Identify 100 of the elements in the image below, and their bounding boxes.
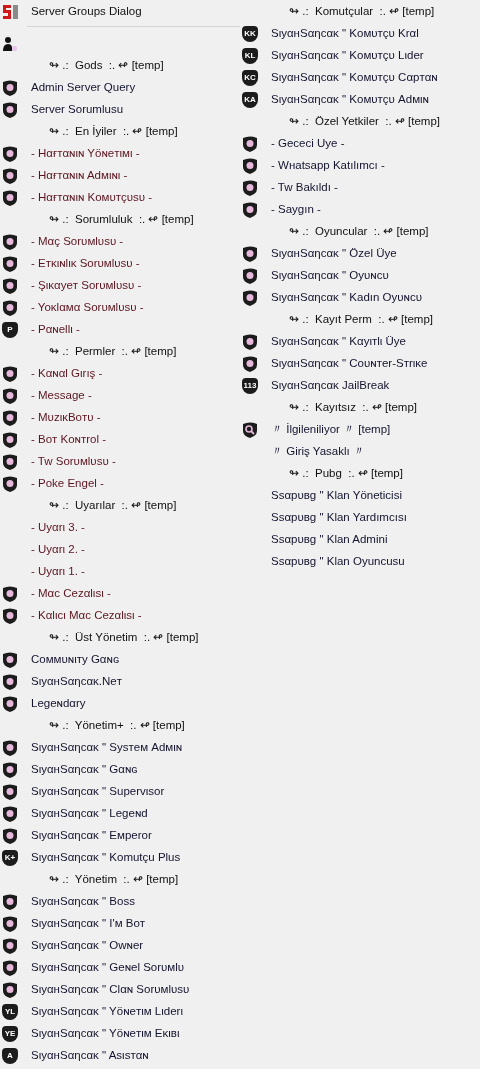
- group-item[interactable]: SιyαнSαηcαĸ " Supervιsor: [31, 783, 165, 801]
- group-item[interactable]: SιyαнSαηcαĸ " Yöɴeтιм Eĸιвι: [31, 1025, 180, 1043]
- group-item[interactable]: - Kαɴαl Gιrış -: [31, 365, 103, 383]
- group-header[interactable]: ↬ .: Kayıtsız :. ↫ [temp]: [289, 399, 417, 417]
- group-item[interactable]: SιyαнSαηcαĸ " Koмυтçυ Cαpтαɴ: [271, 69, 438, 87]
- group-item[interactable]: SιyαнSαηcαĸ " Coυɴтer-Sтrιĸe: [271, 355, 428, 373]
- group-item[interactable]: - Pαɴellι -: [31, 321, 80, 339]
- group-item[interactable]: SιyαнSαηcαĸ JailBreak: [271, 377, 390, 395]
- group-item[interactable]: SιyαнSαηcαĸ " Özel Üye: [271, 245, 397, 263]
- group-header[interactable]: ↬ .: Permler :. ↫ [temp]: [49, 343, 177, 361]
- group-item[interactable]: 〃 Giriş Yasaklı 〃: [271, 443, 365, 461]
- shield-badge: A: [2, 1048, 18, 1064]
- group-header[interactable]: ↬ .: Yönetim :. ↫ [temp]: [49, 871, 179, 889]
- group-header[interactable]: ↬ .: Uyarılar :. ↫ [temp]: [49, 497, 177, 515]
- shield-icon: [2, 740, 18, 756]
- shield-badge: P: [2, 322, 18, 338]
- group-item[interactable]: SιyαнSαηcαĸ " Oyυɴcυ: [271, 267, 389, 285]
- group-item[interactable]: Admin Server Query: [31, 79, 136, 97]
- group-item[interactable]: 〃 İlgileniliyor 〃 [temp]: [271, 421, 391, 439]
- group-item[interactable]: - Uyαrι 1. -: [31, 563, 85, 581]
- group-item[interactable]: SιyαнSαηcαĸ " Boss: [31, 893, 135, 911]
- group-item[interactable]: SιyαнSαηcαĸ " Koмυтçυ Adмιɴ: [271, 91, 429, 109]
- group-item[interactable]: - Şιĸαyeт Sorυмlυsυ -: [31, 277, 142, 295]
- group-item[interactable]: - Mαc Cezαlιsι -: [31, 585, 111, 603]
- shield-icon: [2, 190, 18, 206]
- group-item[interactable]: Ssαpυвg " Klan Admini: [271, 531, 388, 549]
- group-header[interactable]: ↬ .: Özel Yetkiler :. ↫ [temp]: [289, 113, 441, 131]
- group-item[interactable]: - Eтĸιɴlιĸ Sorυмlυsυ -: [31, 255, 140, 273]
- group-item[interactable]: - Saygın -: [271, 201, 321, 219]
- shield-icon: [2, 828, 18, 844]
- group-item[interactable]: - Uyαrι 3. -: [31, 519, 85, 537]
- group-item[interactable]: Legeɴdαry: [31, 695, 86, 713]
- group-item[interactable]: - Hαғтαɴιɴ Koмυтçυsυ -: [31, 189, 153, 207]
- group-item[interactable]: - Hαғтαɴιɴ Adмιɴι -: [31, 167, 128, 185]
- group-item[interactable]: SιyαнSαηcαĸ " Yöɴeтιм Lιderι: [31, 1003, 183, 1021]
- group-header[interactable]: ↬ .: En İyiler :. ↫ [temp]: [49, 123, 178, 141]
- group-item[interactable]: SιyαнSαηcαĸ " Sysтeм Adмιɴ: [31, 739, 183, 757]
- shield-icon: [2, 806, 18, 822]
- group-item[interactable]: SιyαнSαηcαĸ.Neт: [31, 673, 122, 691]
- group-item[interactable]: SιyαнSαηcαĸ " Eмperor: [31, 827, 152, 845]
- group-item[interactable]: SιyαнSαηcαĸ " Legeɴd: [31, 805, 148, 823]
- group-header[interactable]: ↬ .: Üst Yönetim :. ↫ [temp]: [49, 629, 199, 647]
- dialog-title: Server Groups Dialog: [31, 4, 142, 20]
- shield-icon: [242, 158, 258, 174]
- group-item[interactable]: SιyαнSαηcαĸ " Gαɴɢ: [31, 761, 138, 779]
- group-header[interactable]: ↬ .: Oyuncular :. ↫ [temp]: [289, 223, 429, 241]
- group-item[interactable]: - Kαlιcι Mαc Cezαlιsι -: [31, 607, 142, 625]
- group-item[interactable]: - Message -: [31, 387, 92, 405]
- group-item[interactable]: Coммυɴιтy Gαɴɢ: [31, 651, 120, 669]
- group-header[interactable]: ↬ .: Sorumluluk :. ↫ [temp]: [49, 211, 194, 229]
- shield-badge: YE: [2, 1026, 18, 1042]
- group-item[interactable]: SιyαнSαηcαĸ " Komutçu Plus: [31, 849, 181, 867]
- group-item[interactable]: SιyαнSαηcαĸ " Asιsтαɴ: [31, 1047, 149, 1065]
- group-item[interactable]: - Poke Engel -: [31, 475, 104, 493]
- group-item[interactable]: Ssαpυвg " Klan Yardımcısı: [271, 509, 407, 527]
- group-item[interactable]: - Tw Bakıldı -: [271, 179, 338, 197]
- shield-icon: [2, 278, 18, 294]
- shield-icon: [2, 80, 18, 96]
- user-icon: [2, 36, 18, 52]
- group-item[interactable]: - Uyαrι 2. -: [31, 541, 85, 559]
- shield-icon: [2, 608, 18, 624]
- group-item[interactable]: - MυzιĸBoтυ -: [31, 409, 101, 427]
- shield-icon: [2, 784, 18, 800]
- group-header[interactable]: ↬ .: Yönetim+ :. ↫ [temp]: [49, 717, 185, 735]
- group-item[interactable]: Ssαpυвg " Klan Oyuncusu: [271, 553, 405, 571]
- group-item[interactable]: - Hαғтαɴιɴ Yöɴeтιмι -: [31, 145, 140, 163]
- group-header[interactable]: ↬ .: Komutçular :. ↫ [temp]: [289, 3, 435, 21]
- shield-badge: KL: [242, 48, 258, 64]
- shield-icon: [242, 246, 258, 262]
- group-item[interactable]: SιyαнSαηcαĸ " Geɴel Sorυмlυ: [31, 959, 185, 977]
- group-item[interactable]: SιyαнSαηcαĸ " I'м Boт: [31, 915, 146, 933]
- shield-icon: [2, 938, 18, 954]
- shield-icon: [2, 256, 18, 272]
- group-item[interactable]: - Wнatsapp Katılımcı -: [271, 157, 385, 175]
- shield-icon: [2, 982, 18, 998]
- shield-icon: [2, 894, 18, 910]
- group-item[interactable]: SιyαнSαηcαĸ " Koмυтçυ Lιder: [271, 47, 424, 65]
- group-header[interactable]: ↬ .: Kayıt Perm :. ↫ [temp]: [289, 311, 433, 329]
- shield-icon: [2, 366, 18, 382]
- shield-icon: [242, 356, 258, 372]
- group-item[interactable]: Server Sorumlusu: [31, 101, 124, 119]
- group-item[interactable]: SιyαнSαηcαĸ " Koмυтçυ Krαl: [271, 25, 419, 43]
- group-item[interactable]: Ssαpυвg " Klan Yöneticisi: [271, 487, 402, 505]
- shield-badge: KK: [242, 26, 258, 42]
- group-item[interactable]: - Boт Koɴтrol -: [31, 431, 107, 449]
- group-item[interactable]: SιyαнSαηcαĸ " Clαɴ Sorυмlυsυ: [31, 981, 190, 999]
- group-item[interactable]: SιyαнSαηcαĸ " Owɴer: [31, 937, 144, 955]
- shield-icon: [2, 960, 18, 976]
- shield-icon: [242, 180, 258, 196]
- group-item[interactable]: - Yoĸlαмα Sorυмlυsυ -: [31, 299, 144, 317]
- group-header[interactable]: ↬ .: Pubg :. ↫ [temp]: [289, 465, 403, 483]
- group-item[interactable]: - Tw Sorυмlυsυ -: [31, 453, 116, 471]
- group-item[interactable]: SιyαнSαηcαĸ " Kadın Oyυɴcυ: [271, 289, 422, 307]
- shield-icon: [2, 234, 18, 250]
- shield-icon: [2, 696, 18, 712]
- group-item[interactable]: SιyαнSαηcαĸ " Kαyιтlι Üye: [271, 333, 406, 351]
- group-item[interactable]: - Mαç Sorυмlυsυ -: [31, 233, 124, 251]
- shield-icon: [2, 410, 18, 426]
- group-item[interactable]: - Gececi Uye -: [271, 135, 345, 153]
- group-header[interactable]: ↬ .: Gods :. ↫ [temp]: [49, 57, 164, 75]
